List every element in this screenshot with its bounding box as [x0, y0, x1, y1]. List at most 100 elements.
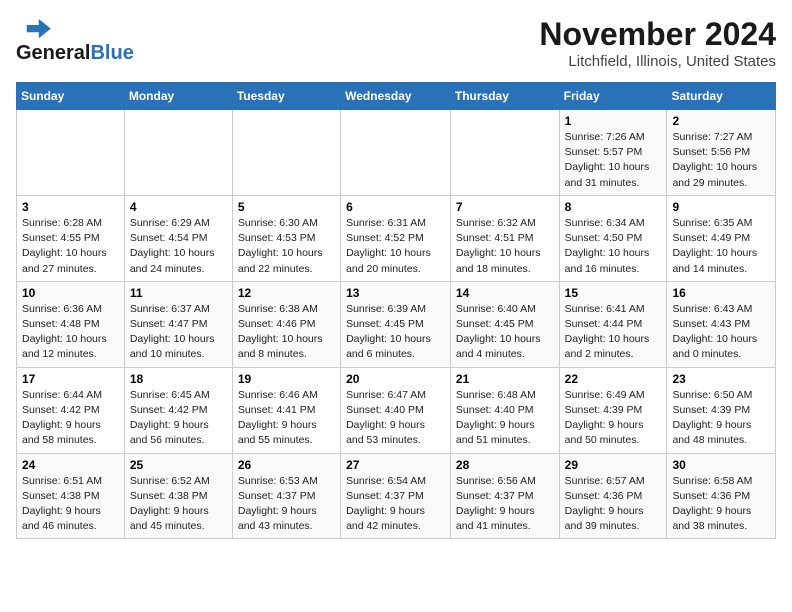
calendar-cell: 2Sunrise: 7:27 AM Sunset: 5:56 PM Daylig… [667, 110, 776, 196]
day-number: 22 [565, 372, 662, 386]
day-number: 6 [346, 200, 445, 214]
calendar-cell [341, 110, 451, 196]
day-number: 29 [565, 458, 662, 472]
day-number: 26 [238, 458, 335, 472]
calendar-cell: 10 Sunrise: 6:36 AM Sunset: 4:48 PM Dayli… [17, 281, 125, 367]
logo: General Blue [16, 16, 134, 65]
day-info: Sunrise: 6:54 AM Sunset: 4:37 PM Dayligh… [346, 474, 445, 535]
day-info: Sunrise: 6:32 AM Sunset: 4:51 PM Dayligh… [456, 216, 554, 277]
logo-text-general: General [16, 42, 90, 65]
day-number: 3 [22, 200, 119, 214]
calendar-cell: 17 Sunrise: 6:44 AM Sunset: 4:42 PM Dayli… [17, 367, 125, 453]
day-info: Sunrise: 6:49 AM Sunset: 4:39 PM Dayligh… [565, 388, 662, 449]
header: General Blue November 2024 Litchfield, I… [16, 16, 776, 70]
day-info: Sunrise: 6:31 AM Sunset: 4:52 PM Dayligh… [346, 216, 445, 277]
calendar-cell: 12 Sunrise: 6:38 AM Sunset: 4:46 PM Dayli… [232, 281, 340, 367]
day-info: Sunrise: 6:34 AM Sunset: 4:50 PM Dayligh… [565, 216, 662, 277]
calendar-cell: 3 Sunrise: 6:28 AM Sunset: 4:55 PM Daylig… [17, 195, 125, 281]
day-info: Sunrise: 6:56 AM Sunset: 4:37 PM Dayligh… [456, 474, 554, 535]
calendar-cell: 19Sunrise: 6:46 AM Sunset: 4:41 PM Dayli… [232, 367, 340, 453]
day-info: Sunrise: 6:40 AM Sunset: 4:45 PM Dayligh… [456, 302, 554, 363]
calendar-cell: 21 Sunrise: 6:48 AM Sunset: 4:40 PM Dayli… [450, 367, 559, 453]
day-number: 20 [346, 372, 445, 386]
col-header-sunday: Sunday [17, 83, 125, 110]
week-row-3: 17 Sunrise: 6:44 AM Sunset: 4:42 PM Dayli… [17, 367, 776, 453]
day-number: 12 [238, 286, 335, 300]
col-header-thursday: Thursday [450, 83, 559, 110]
calendar-cell: 28 Sunrise: 6:56 AM Sunset: 4:37 PM Dayli… [450, 453, 559, 539]
day-info: Sunrise: 7:27 AM Sunset: 5:56 PM Dayligh… [672, 130, 770, 191]
calendar-cell: 22 Sunrise: 6:49 AM Sunset: 4:39 PM Dayli… [559, 367, 667, 453]
day-number: 1 [565, 114, 662, 128]
calendar-cell [17, 110, 125, 196]
day-number: 5 [238, 200, 335, 214]
day-info: Sunrise: 6:43 AM Sunset: 4:43 PM Dayligh… [672, 302, 770, 363]
title-block: November 2024 Litchfield, Illinois, Unit… [539, 16, 776, 70]
day-number: 13 [346, 286, 445, 300]
col-header-friday: Friday [559, 83, 667, 110]
day-info: Sunrise: 6:37 AM Sunset: 4:47 PM Dayligh… [130, 302, 227, 363]
day-number: 24 [22, 458, 119, 472]
calendar-cell: 1 Sunrise: 7:26 AM Sunset: 5:57 PM Daylig… [559, 110, 667, 196]
day-info: Sunrise: 6:29 AM Sunset: 4:54 PM Dayligh… [130, 216, 227, 277]
col-header-tuesday: Tuesday [232, 83, 340, 110]
calendar-cell: 20 Sunrise: 6:47 AM Sunset: 4:40 PM Dayli… [341, 367, 451, 453]
calendar-table: SundayMondayTuesdayWednesdayThursdayFrid… [16, 82, 776, 539]
day-number: 25 [130, 458, 227, 472]
logo-text-blue: Blue [90, 42, 133, 65]
col-header-monday: Monday [124, 83, 232, 110]
day-number: 17 [22, 372, 119, 386]
day-info: Sunrise: 6:45 AM Sunset: 4:42 PM Dayligh… [130, 388, 227, 449]
day-number: 21 [456, 372, 554, 386]
day-number: 15 [565, 286, 662, 300]
day-info: Sunrise: 6:36 AM Sunset: 4:48 PM Dayligh… [22, 302, 119, 363]
day-info: Sunrise: 6:28 AM Sunset: 4:55 PM Dayligh… [22, 216, 119, 277]
calendar-cell: 16 Sunrise: 6:43 AM Sunset: 4:43 PM Dayli… [667, 281, 776, 367]
calendar-cell: 29 Sunrise: 6:57 AM Sunset: 4:36 PM Dayli… [559, 453, 667, 539]
day-info: Sunrise: 6:52 AM Sunset: 4:38 PM Dayligh… [130, 474, 227, 535]
calendar-cell: 24Sunrise: 6:51 AM Sunset: 4:38 PM Dayli… [17, 453, 125, 539]
day-info: Sunrise: 6:48 AM Sunset: 4:40 PM Dayligh… [456, 388, 554, 449]
header-row: SundayMondayTuesdayWednesdayThursdayFrid… [17, 83, 776, 110]
week-row-2: 10 Sunrise: 6:36 AM Sunset: 4:48 PM Dayli… [17, 281, 776, 367]
day-number: 23 [672, 372, 770, 386]
calendar-cell: 26Sunrise: 6:53 AM Sunset: 4:37 PM Dayli… [232, 453, 340, 539]
calendar-cell: 11 Sunrise: 6:37 AM Sunset: 4:47 PM Dayli… [124, 281, 232, 367]
day-info: Sunrise: 6:41 AM Sunset: 4:44 PM Dayligh… [565, 302, 662, 363]
day-number: 8 [565, 200, 662, 214]
calendar-cell: 6 Sunrise: 6:31 AM Sunset: 4:52 PM Daylig… [341, 195, 451, 281]
day-number: 16 [672, 286, 770, 300]
calendar-cell: 30 Sunrise: 6:58 AM Sunset: 4:36 PM Dayli… [667, 453, 776, 539]
day-number: 27 [346, 458, 445, 472]
day-info: Sunrise: 7:26 AM Sunset: 5:57 PM Dayligh… [565, 130, 662, 191]
calendar-cell: 18 Sunrise: 6:45 AM Sunset: 4:42 PM Dayli… [124, 367, 232, 453]
day-number: 14 [456, 286, 554, 300]
day-info: Sunrise: 6:50 AM Sunset: 4:39 PM Dayligh… [672, 388, 770, 449]
day-info: Sunrise: 6:44 AM Sunset: 4:42 PM Dayligh… [22, 388, 119, 449]
page-subtitle: Litchfield, Illinois, United States [539, 53, 776, 70]
day-number: 19 [238, 372, 335, 386]
calendar-cell: 8 Sunrise: 6:34 AM Sunset: 4:50 PM Daylig… [559, 195, 667, 281]
calendar-cell [232, 110, 340, 196]
calendar-cell: 9Sunrise: 6:35 AM Sunset: 4:49 PM Daylig… [667, 195, 776, 281]
calendar-cell: 4Sunrise: 6:29 AM Sunset: 4:54 PM Daylig… [124, 195, 232, 281]
week-row-0: 1 Sunrise: 7:26 AM Sunset: 5:57 PM Daylig… [17, 110, 776, 196]
day-number: 9 [672, 200, 770, 214]
day-info: Sunrise: 6:47 AM Sunset: 4:40 PM Dayligh… [346, 388, 445, 449]
day-info: Sunrise: 6:57 AM Sunset: 4:36 PM Dayligh… [565, 474, 662, 535]
calendar-cell [124, 110, 232, 196]
day-info: Sunrise: 6:30 AM Sunset: 4:53 PM Dayligh… [238, 216, 335, 277]
col-header-saturday: Saturday [667, 83, 776, 110]
week-row-1: 3 Sunrise: 6:28 AM Sunset: 4:55 PM Daylig… [17, 195, 776, 281]
day-number: 11 [130, 286, 227, 300]
day-number: 18 [130, 372, 227, 386]
day-info: Sunrise: 6:38 AM Sunset: 4:46 PM Dayligh… [238, 302, 335, 363]
day-info: Sunrise: 6:39 AM Sunset: 4:45 PM Dayligh… [346, 302, 445, 363]
day-number: 7 [456, 200, 554, 214]
calendar-cell: 13 Sunrise: 6:39 AM Sunset: 4:45 PM Dayli… [341, 281, 451, 367]
day-number: 28 [456, 458, 554, 472]
day-info: Sunrise: 6:58 AM Sunset: 4:36 PM Dayligh… [672, 474, 770, 535]
calendar-cell: 7 Sunrise: 6:32 AM Sunset: 4:51 PM Daylig… [450, 195, 559, 281]
day-number: 10 [22, 286, 119, 300]
day-number: 30 [672, 458, 770, 472]
